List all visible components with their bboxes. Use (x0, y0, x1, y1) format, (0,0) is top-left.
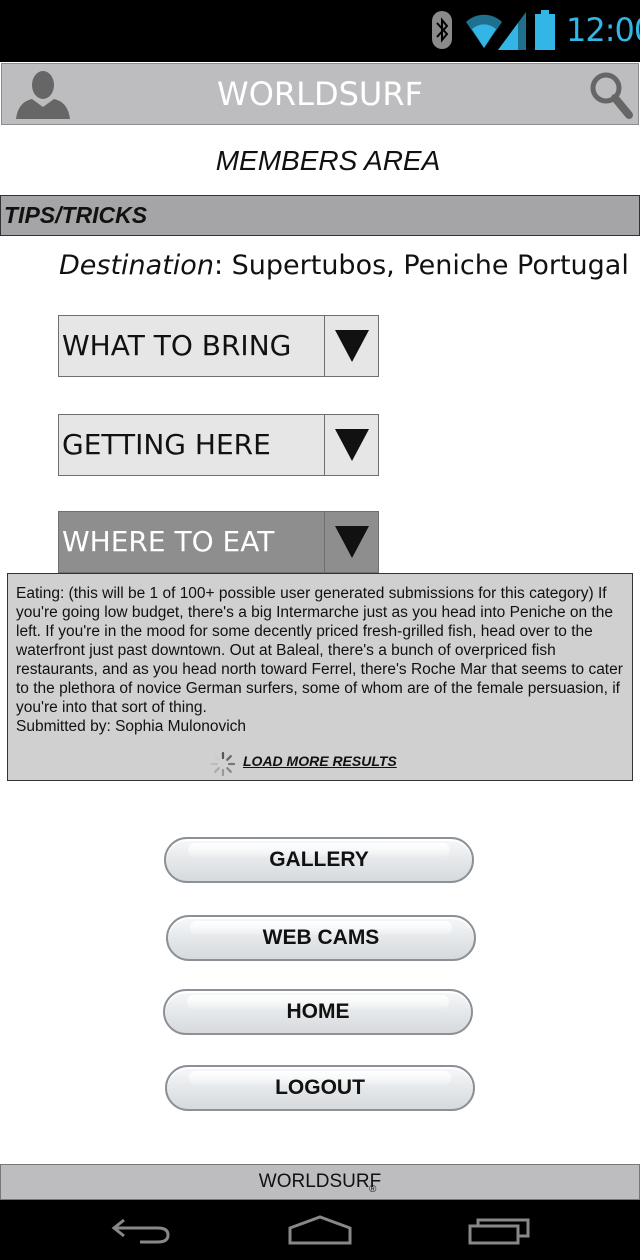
button-label: WEB CAMS (262, 926, 380, 949)
submitted-by: Submitted by: Sophia Mulonovich (16, 718, 247, 735)
dropdown-toggle[interactable] (324, 415, 379, 475)
spinner-icon (210, 751, 236, 777)
battery-icon (535, 10, 555, 50)
status-bar: 12:00 (0, 0, 640, 62)
destination-line: Destination: Supertubos, Peniche Portuga… (59, 250, 629, 281)
footer: WORLDSURF ® (0, 1164, 640, 1200)
dropdown-label: GETTING HERE (62, 428, 271, 461)
destination-value: Supertubos, Peniche Portugal (231, 250, 629, 281)
signal-icon (498, 12, 526, 50)
footer-brand: WORLDSURF (258, 1171, 382, 1192)
clock: 12:00 (566, 11, 640, 49)
dropdown-getting-here[interactable]: GETTING HERE (58, 414, 379, 476)
dropdown-toggle[interactable] (324, 316, 379, 376)
bluetooth-icon (432, 11, 452, 49)
registered-mark: ® (369, 1184, 377, 1195)
dropdown-where-to-eat[interactable]: WHERE TO EAT (58, 511, 379, 573)
destination-separator: : (213, 250, 232, 281)
triangle-down-icon (335, 526, 369, 558)
button-label: HOME (286, 1000, 350, 1023)
search-icon[interactable] (589, 71, 633, 119)
button-label: LOGOUT (275, 1076, 365, 1099)
section-header: TIPS/TRICKS (0, 195, 640, 236)
submission-text: Eating: (this will be 1 of 100+ possible… (16, 584, 628, 736)
recent-apps-icon[interactable] (466, 1214, 532, 1246)
dropdown-panel-where-to-eat: Eating: (this will be 1 of 100+ possible… (7, 573, 633, 781)
app-title: WORLDSURF (217, 75, 423, 113)
web-cams-button[interactable]: WEB CAMS (166, 915, 476, 961)
page-title: MEMBERS AREA (215, 145, 441, 176)
logout-button[interactable]: LOGOUT (165, 1065, 475, 1111)
back-icon[interactable] (110, 1214, 174, 1246)
button-label: GALLERY (269, 848, 369, 871)
triangle-down-icon (335, 429, 369, 461)
gallery-button[interactable]: GALLERY (164, 837, 474, 883)
submission-body: Eating: (this will be 1 of 100+ possible… (16, 585, 623, 716)
destination-label: Destination (59, 250, 214, 281)
dropdown-what-to-bring[interactable]: WHAT TO BRING (58, 315, 379, 377)
dropdown-label: WHAT TO BRING (62, 329, 292, 362)
dropdown-toggle[interactable] (324, 512, 379, 572)
home-nav-icon[interactable] (286, 1214, 354, 1246)
dropdown-label: WHERE TO EAT (62, 525, 275, 558)
app-header: WORLDSURF (1, 63, 639, 125)
section-title: TIPS/TRICKS (4, 202, 148, 228)
load-more-link[interactable]: LOAD MORE RESULTS (243, 753, 397, 769)
home-button[interactable]: HOME (163, 989, 473, 1035)
system-nav-bar (0, 1200, 640, 1260)
triangle-down-icon (335, 330, 369, 362)
